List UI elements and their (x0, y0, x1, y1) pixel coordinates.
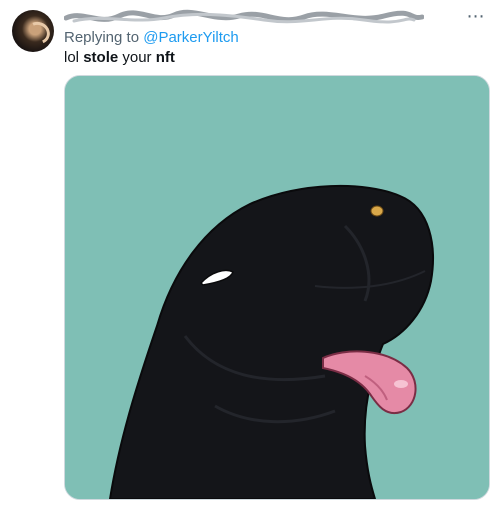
tweet-text-bold: nft (155, 49, 175, 66)
creature-bead (370, 205, 384, 217)
mention-link[interactable]: @ParkerYiltch (143, 29, 239, 46)
tweet-media-image[interactable] (64, 75, 490, 500)
redacted-display-name (64, 9, 424, 24)
tweet-text: lol stole your nft (64, 49, 175, 66)
avatar[interactable] (12, 10, 54, 52)
tweet-text-part: lol (64, 49, 84, 66)
replying-prefix: Replying to (64, 29, 140, 46)
nft-artwork (65, 76, 489, 499)
replying-to: Replying to @ParkerYiltch (64, 29, 239, 46)
tweet-text-bold: stole (83, 49, 119, 66)
more-options-icon[interactable]: ⋯ (462, 6, 490, 26)
tweet-text-part: your (118, 49, 156, 66)
